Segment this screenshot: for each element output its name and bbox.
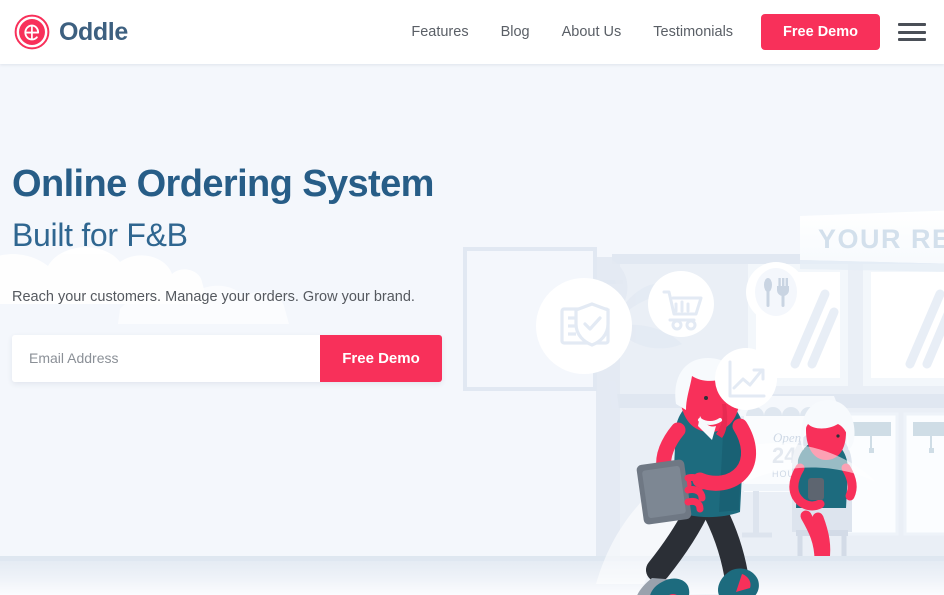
- hamburger-bar-1: [898, 23, 926, 26]
- growth-chart-icon: [715, 348, 777, 410]
- hamburger-bar-3: [898, 38, 926, 41]
- cutlery-icon: [746, 262, 806, 322]
- email-input[interactable]: [12, 334, 320, 382]
- secure-payment-card-icon: [536, 278, 632, 374]
- hero-subheading: Reach your customers. Manage your orders…: [12, 289, 415, 306]
- header-free-demo-button[interactable]: Free Demo: [761, 14, 880, 50]
- hero-free-demo-button[interactable]: Free Demo: [320, 334, 442, 382]
- hero-heading-line1: Online Ordering System: [12, 163, 434, 205]
- shopping-cart-icon: [648, 271, 714, 337]
- hero-signup-form: Free Demo: [12, 334, 442, 382]
- main-navigation: Features Blog About Us Testimonials Free…: [395, 14, 944, 50]
- hero-content: Online Ordering System Built for F&B Rea…: [12, 163, 512, 382]
- hero-heading-line2: Built for F&B: [12, 217, 188, 254]
- brand-logo[interactable]: Oddle: [14, 14, 128, 50]
- signboard-text: YOUR RESTAUR: [818, 224, 944, 254]
- restaurant-signboard: YOUR RESTAUR: [800, 210, 944, 272]
- hamburger-bar-2: [898, 30, 926, 34]
- nav-item-features[interactable]: Features: [395, 24, 484, 40]
- hamburger-menu-icon[interactable]: [898, 21, 926, 43]
- brand-name: Oddle: [59, 17, 128, 46]
- nav-item-about-us[interactable]: About Us: [546, 24, 638, 40]
- nav-item-testimonials[interactable]: Testimonials: [637, 24, 749, 40]
- nav-item-blog[interactable]: Blog: [485, 24, 546, 40]
- hero-section: YOUR RESTAUR Open 24 HO: [0, 64, 944, 595]
- site-header: Oddle Features Blog About Us Testimonial…: [0, 0, 944, 64]
- oddle-e-circle-logo: [14, 14, 50, 50]
